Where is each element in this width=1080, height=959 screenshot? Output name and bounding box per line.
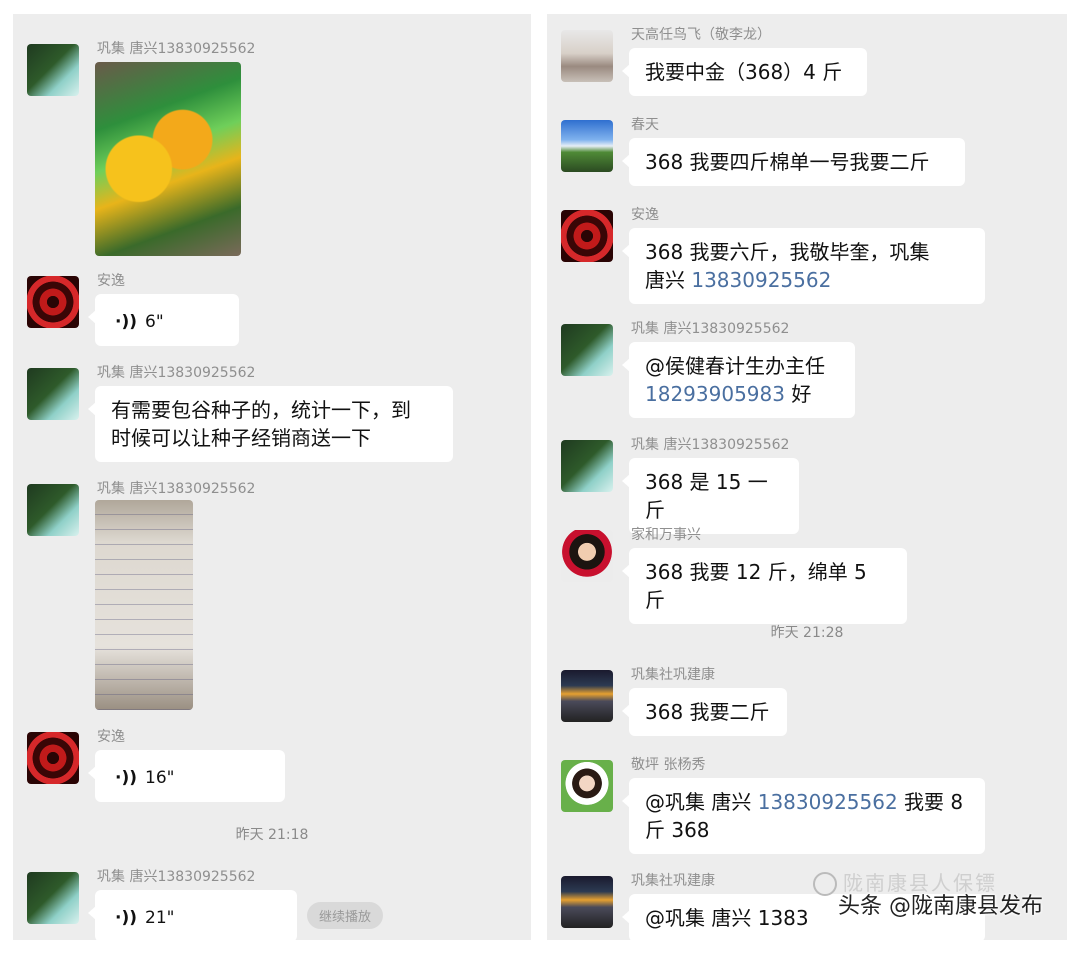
sender-name: 巩集 唐兴13830925562 — [631, 321, 790, 337]
text-message-bubble[interactable]: 368 我要 12 斤，绵单 5 斤 — [622, 548, 907, 624]
sender-name: 安逸 — [631, 207, 659, 223]
avatar[interactable] — [27, 44, 79, 96]
sender-name: 敬坪 张杨秀 — [631, 757, 706, 773]
text-message-bubble[interactable]: 有需要包谷种子的，统计一下，到 时候可以让种子经销商送一下 — [88, 386, 453, 462]
message-item: 巩集 唐兴13830925562 ·)) 21" 继续播放 — [13, 862, 531, 940]
message-item: 春天 368 我要四斤棉单一号我要二斤 — [547, 110, 1067, 190]
voice-message-bubble[interactable]: ·)) 21" — [88, 890, 297, 940]
phone-link[interactable]: 18293905983 — [645, 382, 785, 406]
sender-name: 家和万事兴 — [631, 527, 701, 543]
sender-name: 天高任鸟飞（敬李龙） — [631, 27, 771, 43]
text-message-bubble[interactable]: @巩集 唐兴 13830925562 我要 8 斤 368 — [622, 778, 985, 854]
message-text-line: 有需要包谷种子的，统计一下，到 — [111, 398, 411, 422]
handwritten-list-image[interactable] — [95, 500, 193, 710]
message-item: 安逸 ·)) 16" — [13, 722, 531, 802]
avatar[interactable] — [27, 368, 79, 420]
voice-wave-icon: ·)) — [115, 908, 137, 928]
message-item: 巩集 唐兴13830925562 — [13, 34, 531, 259]
voice-duration: 16" — [145, 768, 175, 788]
message-item: 巩集 唐兴13830925562 — [13, 474, 531, 714]
text-message-bubble[interactable]: 368 我要二斤 — [622, 688, 787, 736]
message-text-line: 时候可以让种子经销商送一下 — [111, 426, 371, 450]
sender-name: 巩集 唐兴13830925562 — [97, 869, 256, 885]
watermark-logo-icon — [813, 872, 837, 896]
sender-name: 巩集 唐兴13830925562 — [97, 481, 256, 497]
avatar[interactable] — [561, 670, 613, 722]
message-text-line: 斤 368 — [645, 818, 710, 842]
voice-message-bubble[interactable]: ·)) 6" — [88, 294, 239, 346]
phone-link[interactable]: 13830925562 — [758, 790, 898, 814]
message-item: 巩集社巩建康 368 我要二斤 — [547, 660, 1067, 740]
message-item: 巩集 唐兴13830925562 @侯健春计生办主任 18293905983 好 — [547, 314, 1067, 420]
avatar[interactable] — [27, 276, 79, 328]
message-item: 巩集 唐兴13830925562 368 是 15 一斤 — [547, 430, 1067, 534]
voice-message-bubble[interactable]: ·)) 16" — [88, 750, 285, 802]
avatar[interactable] — [561, 876, 613, 928]
sender-name: 巩集 唐兴13830925562 — [97, 365, 256, 381]
text-message-bubble[interactable]: 368 我要六斤，我敬毕奎，巩集 唐兴 13830925562 — [622, 228, 985, 304]
message-item: 安逸 368 我要六斤，我敬毕奎，巩集 唐兴 13830925562 — [547, 200, 1067, 306]
message-text-line: 368 我要六斤，我敬毕奎，巩集 — [645, 240, 930, 264]
resume-playback-button[interactable]: 继续播放 — [307, 902, 384, 929]
sender-name: 巩集 唐兴13830925562 — [631, 437, 790, 453]
chat-timestamp: 昨天 21:18 — [235, 827, 309, 843]
avatar[interactable] — [561, 760, 613, 812]
avatar[interactable] — [27, 484, 79, 536]
corn-seed-image[interactable] — [95, 62, 241, 256]
phone-link[interactable]: 13830925562 — [691, 268, 831, 292]
message-item: 安逸 ·)) 6" — [13, 266, 531, 346]
sender-name: 巩集社巩建康 — [631, 873, 715, 889]
chat-timestamp: 昨天 21:28 — [770, 625, 844, 641]
message-text-line: @侯健春计生办主任 — [645, 354, 825, 378]
avatar[interactable] — [561, 120, 613, 172]
sender-name: 安逸 — [97, 273, 125, 289]
message-item: 天高任鸟飞（敬李龙） 我要中金（368）4 斤 — [547, 20, 1067, 100]
voice-wave-icon: ·)) — [115, 768, 137, 788]
message-text-line: @巩集 唐兴 — [645, 790, 758, 814]
avatar[interactable] — [561, 324, 613, 376]
message-item: 巩集 唐兴13830925562 有需要包谷种子的，统计一下，到 时候可以让种子… — [13, 358, 531, 468]
voice-wave-icon: ·)) — [115, 312, 137, 332]
message-text-line: 好 — [784, 382, 812, 406]
chat-screenshot-right: 天高任鸟飞（敬李龙） 我要中金（368）4 斤 春天 368 我要四斤棉单一号我… — [547, 14, 1067, 940]
message-text-line: 唐兴 — [645, 268, 692, 292]
avatar[interactable] — [561, 440, 613, 492]
message-item: 敬坪 张杨秀 @巩集 唐兴 13830925562 我要 8 斤 368 — [547, 750, 1067, 856]
voice-duration: 21" — [145, 908, 175, 928]
avatar[interactable] — [561, 30, 613, 82]
avatar[interactable] — [561, 210, 613, 262]
text-message-bubble[interactable]: 我要中金（368）4 斤 — [622, 48, 867, 96]
sender-name: 安逸 — [97, 729, 125, 745]
sender-name: 巩集 唐兴13830925562 — [97, 41, 256, 57]
voice-duration: 6" — [145, 312, 164, 332]
avatar[interactable] — [27, 732, 79, 784]
avatar[interactable] — [27, 872, 79, 924]
source-watermark: 头条 @陇南康县发布 — [838, 894, 1043, 919]
message-text-line: 我要 8 — [897, 790, 964, 814]
sender-name: 巩集社巩建康 — [631, 667, 715, 683]
message-item: 家和万事兴 368 我要 12 斤，绵单 5 斤 — [547, 520, 1067, 624]
avatar[interactable] — [561, 530, 613, 582]
text-message-bubble[interactable]: @侯健春计生办主任 18293905983 好 — [622, 342, 855, 418]
sender-name: 春天 — [631, 117, 659, 133]
chat-screenshot-left: 巩集 唐兴13830925562 安逸 ·)) 6" 巩集 唐兴138309255… — [13, 14, 531, 940]
text-message-bubble[interactable]: 368 我要四斤棉单一号我要二斤 — [622, 138, 965, 186]
